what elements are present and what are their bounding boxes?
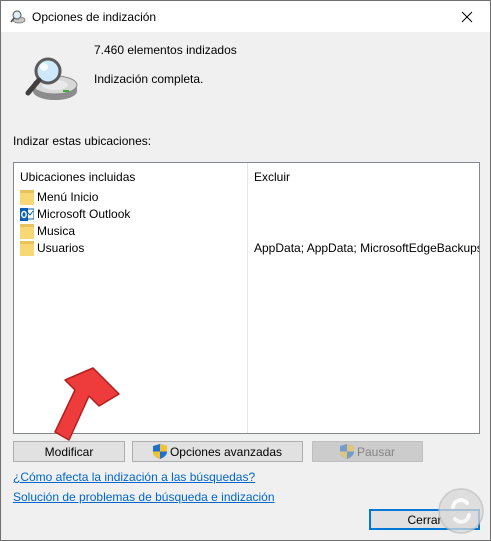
uac-shield-icon <box>339 444 354 459</box>
location-name: Musica <box>37 224 76 238</box>
column-header-exclude[interactable]: Excluir <box>254 170 290 184</box>
title-bar: Opciones de indización <box>1 1 490 32</box>
location-name: Menú Inicio <box>37 190 99 204</box>
indexing-status-message: Indización completa. <box>94 72 204 86</box>
uac-shield-icon <box>152 444 167 459</box>
close-window-button[interactable] <box>444 1 490 32</box>
modify-button[interactable]: Modificar <box>13 441 125 462</box>
column-header-included[interactable]: Ubicaciones incluidas <box>20 170 135 184</box>
advanced-options-button[interactable]: Opciones avanzadas <box>132 441 303 462</box>
list-item[interactable]: Usuarios AppData; AppData; MicrosoftEdge… <box>19 240 479 257</box>
items-indexed-count: 7.460 elementos indizados <box>94 43 237 57</box>
outlook-icon <box>20 208 34 221</box>
pause-label: Pausar <box>356 444 396 459</box>
location-name: Usuarios <box>37 241 85 255</box>
indexing-options-icon <box>10 10 26 24</box>
list-item[interactable]: Musica <box>19 223 479 240</box>
troubleshoot-link[interactable]: Solución de problemas de búsqueda e indi… <box>13 490 275 504</box>
window-title: Opciones de indización <box>32 10 157 24</box>
folder-icon <box>20 224 34 239</box>
list-item[interactable]: Microsoft Outlook <box>19 206 479 223</box>
close-button[interactable]: Cerrar <box>369 509 480 530</box>
pause-button[interactable]: Pausar <box>312 441 423 462</box>
indexing-options-dialog: Opciones de indización 7.460 elementos i… <box>0 0 491 541</box>
close-icon <box>461 11 473 22</box>
indexing-help-link[interactable]: ¿Cómo afecta la indización a las búsqued… <box>13 470 255 484</box>
advanced-options-label: Opciones avanzadas <box>169 444 283 459</box>
location-name: Microsoft Outlook <box>37 207 131 221</box>
indexing-status-icon <box>25 57 78 100</box>
indexed-locations-list[interactable]: Ubicaciones incluidas Excluir Menú Inici… <box>13 162 480 434</box>
list-item[interactable]: Menú Inicio <box>19 189 479 206</box>
folder-icon <box>20 190 34 205</box>
location-exclusions: AppData; AppData; MicrosoftEdgeBackups <box>254 241 480 255</box>
indexed-locations-label: Indizar estas ubicaciones: <box>13 134 152 148</box>
folder-icon <box>20 241 34 256</box>
